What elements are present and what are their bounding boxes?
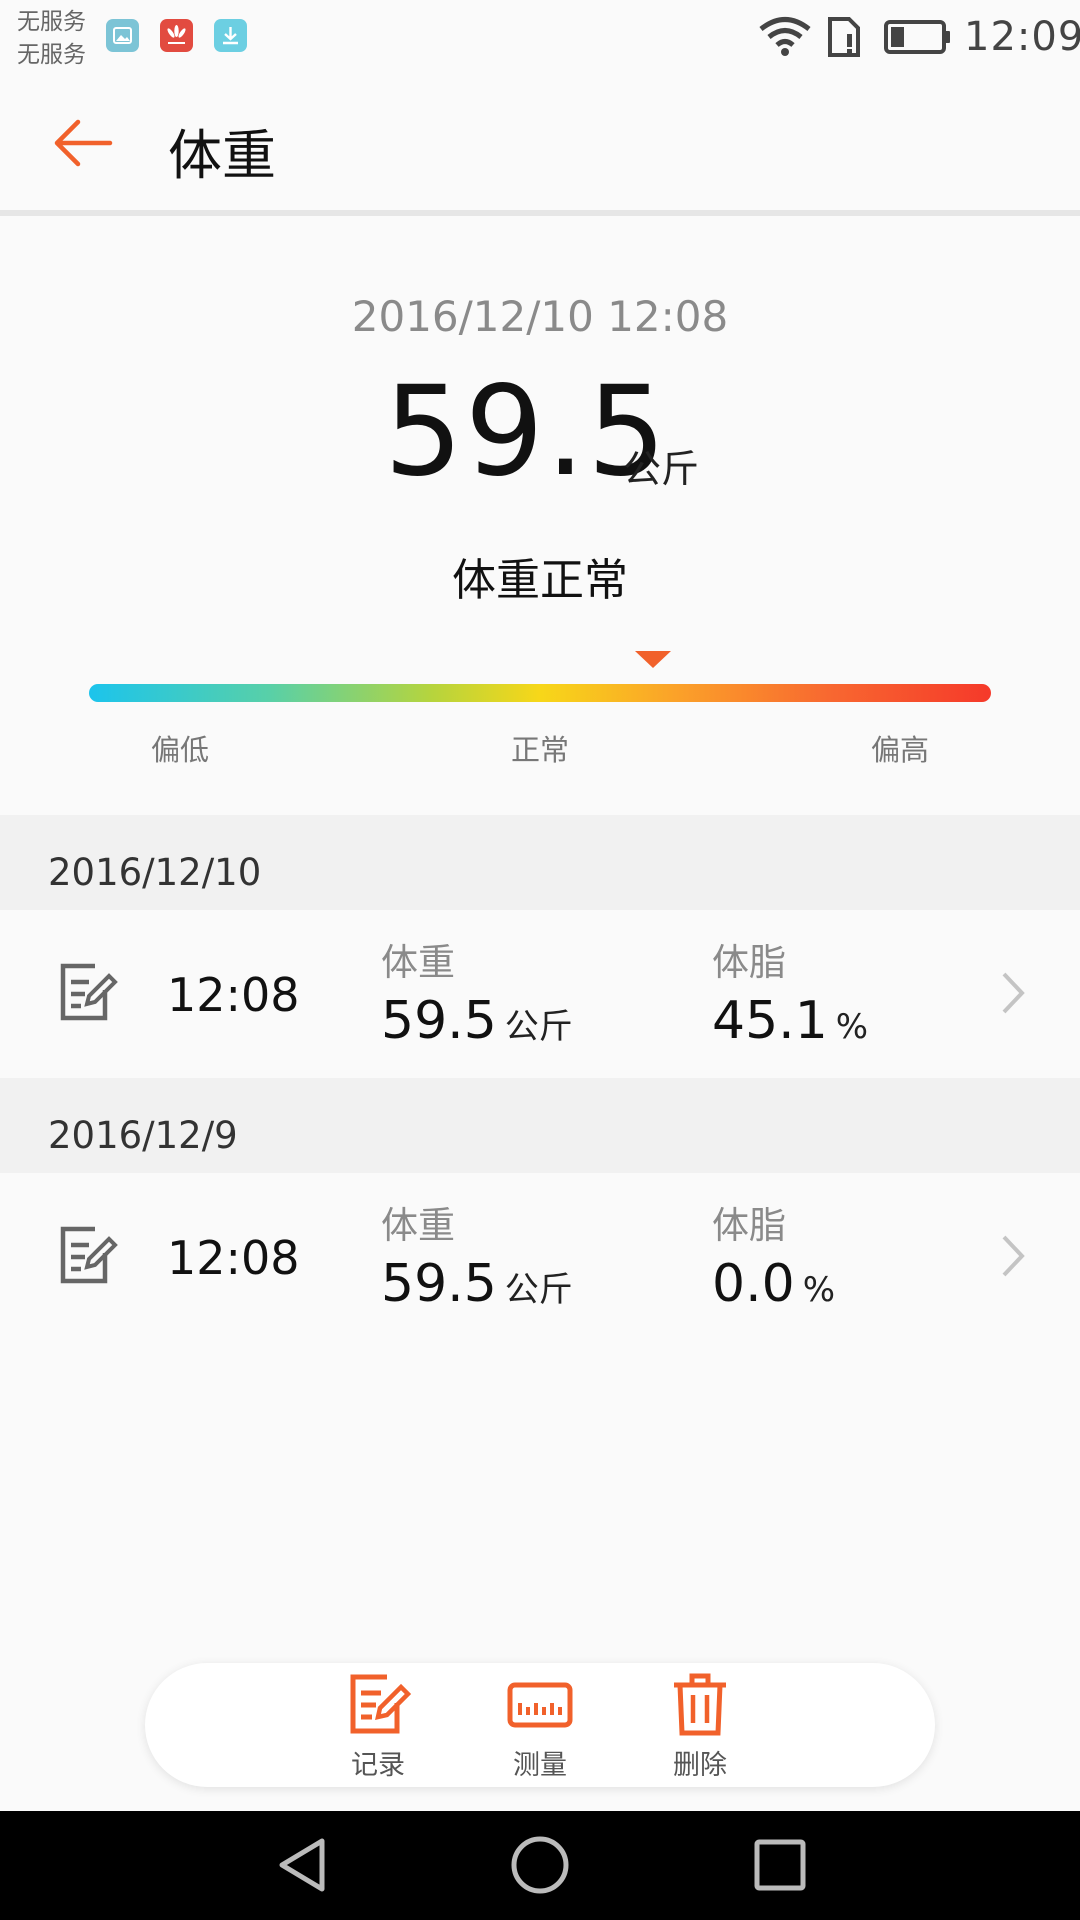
record-label: 记录: [351, 1750, 405, 1781]
status-bar: 无服务 无服务 12:09: [0, 0, 1080, 76]
body-fat-number: 45.1: [712, 991, 828, 1051]
record-list: 2016/12/10 12:08 体重 59.5 公斤 体脂 45.1% 2016…: [0, 815, 1080, 1341]
record-row[interactable]: 12:08 体重 59.5 公斤 体脂 0.0%: [0, 1173, 1080, 1341]
bottom-action-bar: 记录 测量 删除: [145, 1663, 935, 1787]
trash-icon: [674, 1673, 726, 1736]
bmi-range-bar: [89, 684, 991, 702]
section-header: 2016/12/9: [0, 1078, 1080, 1173]
carrier-line-1: 无服务: [17, 9, 86, 35]
weight-label: 体重: [381, 941, 455, 984]
system-nav-bar: [0, 1811, 1080, 1920]
latest-measurement-datetime: 2016/12/10 12:08: [351, 292, 729, 341]
back-button[interactable]: [48, 108, 118, 178]
body-fat-unit: %: [835, 1007, 869, 1047]
weight-number: 59.5: [381, 1254, 497, 1314]
nav-back-icon[interactable]: [272, 1835, 332, 1895]
body-fat-label: 体脂: [712, 1204, 786, 1247]
gallery-icon: [106, 19, 139, 52]
header-divider: [0, 210, 1080, 216]
download-icon: [214, 19, 247, 52]
weight-unit: 公斤: [504, 1007, 573, 1047]
bmi-range-marker: [635, 651, 671, 668]
range-label-normal: 正常: [510, 733, 569, 767]
chevron-right-icon: [1002, 1235, 1025, 1277]
app-header: 体重: [0, 76, 1080, 210]
range-label-high: 偏高: [870, 733, 929, 767]
record-time: 12:08: [167, 968, 300, 1022]
status-time: 12:09: [964, 14, 1080, 60]
record-button[interactable]: 记录: [298, 1663, 458, 1787]
body-fat-number: 0.0: [712, 1254, 795, 1314]
weight-unit: 公斤: [504, 1270, 573, 1310]
nav-home-icon[interactable]: [510, 1835, 570, 1895]
carrier-line-2: 无服务: [17, 42, 86, 68]
delete-button[interactable]: 删除: [620, 1663, 780, 1787]
page-title: 体重: [168, 124, 276, 187]
section-date: 2016/12/9: [48, 1114, 238, 1157]
section-header: 2016/12/10: [0, 815, 1080, 910]
record-edit-icon: [350, 1674, 411, 1734]
measure-button[interactable]: 测量: [460, 1663, 620, 1787]
body-fat-value: 0.0%: [712, 1253, 835, 1321]
measure-label: 测量: [513, 1750, 567, 1781]
body-fat-label: 体脂: [712, 941, 786, 984]
weight-value: 59.5 公斤: [381, 1253, 573, 1321]
chevron-right-icon: [1002, 972, 1025, 1014]
record-row[interactable]: 12:08 体重 59.5 公斤 体脂 45.1%: [0, 910, 1080, 1078]
battery-icon: [884, 20, 950, 54]
weight-number: 59.5: [381, 991, 497, 1051]
range-label-low: 偏低: [150, 733, 209, 767]
record-time: 12:08: [167, 1231, 300, 1285]
arrow-left-icon: [54, 119, 113, 167]
edit-note-icon: [60, 963, 118, 1021]
nav-recents-icon[interactable]: [750, 1835, 810, 1895]
weight-status-label: 体重正常: [452, 555, 628, 606]
carrier-status: 无服务 无服务: [17, 6, 86, 72]
wifi-icon: [759, 17, 811, 56]
latest-weight-unit: 公斤: [623, 447, 700, 491]
body-fat-value: 45.1%: [712, 990, 868, 1058]
sim-icon: [828, 17, 860, 57]
weight-label: 体重: [381, 1204, 455, 1247]
body-fat-unit: %: [802, 1270, 836, 1310]
huawei-icon: [160, 19, 193, 52]
edit-note-icon: [60, 1226, 118, 1284]
weight-value: 59.5 公斤: [381, 990, 573, 1058]
scale-icon: [507, 1682, 573, 1728]
section-date: 2016/12/10: [48, 851, 262, 894]
delete-label: 删除: [673, 1750, 727, 1781]
